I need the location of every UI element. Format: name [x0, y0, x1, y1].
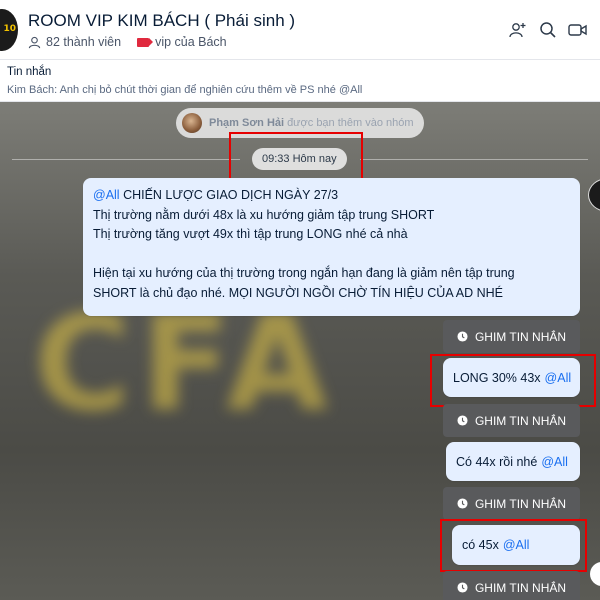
group-tag[interactable]: vip của Bách [137, 35, 227, 49]
mention[interactable]: @All [93, 188, 120, 202]
message-line: @All CHIẾN LƯỢC GIAO DỊCH NGÀY 27/3 [93, 188, 339, 202]
tag-label: vip của Bách [155, 35, 227, 49]
members-icon [28, 36, 41, 48]
message-bubble[interactable]: @All CHIẾN LƯỢC GIAO DỊCH NGÀY 27/3 Thị … [83, 178, 580, 316]
add-member-icon [509, 23, 526, 38]
clock-icon [457, 331, 468, 342]
group-title: ROOM VIP KIM BÁCH ( Phái sinh ) [28, 11, 296, 30]
message-text: Có 44x rồi nhé [456, 454, 538, 469]
group-subtitle: 82 thành viên vip của Bách [28, 35, 227, 49]
pin-message-button[interactable]: GHIM TIN NHẮN [443, 487, 580, 520]
divider-line-left [12, 159, 240, 160]
pin-label: GHIM TIN NHẮN [474, 580, 567, 595]
pinned-message-bar[interactable]: Tin nhắn Kim Bách: Anh chị bỏ chút thời … [0, 60, 600, 102]
pin-label: GHIM TIN NHẮN [474, 413, 567, 428]
message-line: Hiện tại xu hướng của thị trường trong n… [93, 266, 515, 280]
message-bubble[interactable]: Có 44x rồi nhé @All [446, 442, 580, 481]
message-line: SHORT là chủ đạo nhé. MỌI NGƯỜI NGỒI CHỜ… [93, 285, 503, 300]
message-line: Thị trường nằm dưới 48x là xu hướng giảm… [93, 207, 435, 222]
pinned-text: Kim Bách: Anh chị bỏ chút thời gian để n… [7, 84, 363, 96]
search-button[interactable] [536, 18, 560, 42]
clock-icon [457, 498, 468, 509]
avatar-logo-text: 10 [3, 24, 16, 34]
member-count[interactable]: 82 thành viên [46, 35, 121, 49]
highlight-box [440, 519, 587, 572]
clock-icon [457, 582, 468, 593]
highlight-box [430, 354, 596, 407]
clock-icon [457, 415, 468, 426]
pin-label: GHIM TIN NHẮN [474, 329, 567, 344]
chat-header: 10 ROOM VIP KIM BÁCH ( Phái sinh ) 82 th… [0, 0, 600, 60]
add-member-button[interactable] [506, 18, 530, 42]
divider-line-right [360, 159, 588, 160]
video-call-icon [568, 24, 587, 36]
pin-message-button[interactable]: GHIM TIN NHẮN [443, 571, 580, 600]
notice-text: được bạn thêm vào nhóm [287, 117, 414, 129]
pinned-title: Tin nhắn [7, 66, 52, 78]
group-avatar[interactable]: 10 [0, 9, 18, 51]
highlight-box [229, 132, 363, 183]
pin-label: GHIM TIN NHẮN [474, 496, 567, 511]
video-call-button[interactable] [566, 18, 590, 42]
added-user-name[interactable]: Phạm Sơn Hải [209, 117, 284, 129]
message-blank-line [93, 245, 570, 265]
chat-area[interactable]: CFA Phạm Sơn Hải được bạn thêm vào nhóm … [0, 102, 600, 600]
tag-icon [137, 37, 154, 47]
sender-avatar[interactable] [588, 178, 600, 212]
scroll-down-button[interactable] [590, 562, 600, 586]
pin-message-button[interactable]: GHIM TIN NHẮN [443, 320, 580, 353]
user-avatar[interactable] [182, 113, 202, 133]
search-icon [540, 22, 556, 38]
message-line: Thị trường tăng vượt 49x thì tập trung L… [93, 227, 408, 241]
pin-message-button[interactable]: GHIM TIN NHẮN [443, 404, 580, 437]
mention[interactable]: @All [541, 455, 568, 469]
